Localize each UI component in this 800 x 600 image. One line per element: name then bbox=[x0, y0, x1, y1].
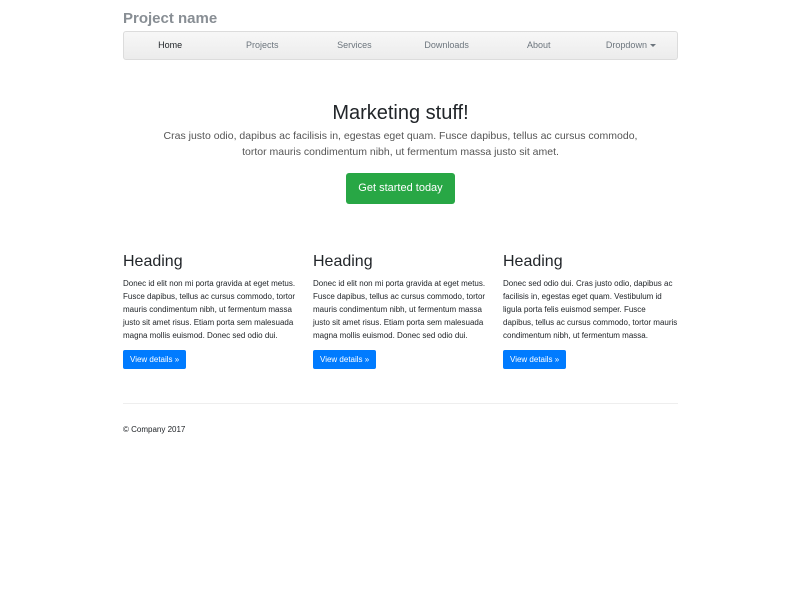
nav-item-about[interactable]: About bbox=[493, 32, 585, 59]
feature-heading: Heading bbox=[123, 253, 183, 270]
nav-item-label: Downloads bbox=[424, 40, 469, 50]
nav-item-label: About bbox=[527, 40, 551, 50]
nav-item-projects[interactable]: Projects bbox=[216, 32, 308, 59]
nav-item-home[interactable]: Home bbox=[124, 32, 216, 59]
main-navbar: Home Projects Services Downloads About D… bbox=[123, 31, 678, 60]
nav-item-services[interactable]: Services bbox=[308, 32, 400, 59]
feature-heading: Heading bbox=[503, 253, 563, 270]
feature-body: Donec sed odio dui. Cras justo odio, dap… bbox=[503, 279, 678, 340]
nav-item-label: Dropdown bbox=[605, 40, 647, 50]
feature-column: Heading Donec sed odio dui. Cras justo o… bbox=[503, 252, 678, 369]
nav-item-label: Services bbox=[337, 40, 372, 50]
hero-lead: Cras justo odio, dapibus ac facilisis in… bbox=[163, 130, 638, 158]
footer-divider bbox=[123, 403, 678, 404]
feature-heading: Heading bbox=[313, 253, 373, 270]
feature-column: Heading Donec id elit non mi porta gravi… bbox=[313, 252, 488, 369]
get-started-button[interactable]: Get started today bbox=[346, 173, 455, 204]
project-brand[interactable]: Project name bbox=[123, 10, 217, 27]
view-details-button[interactable]: View details » bbox=[123, 350, 187, 369]
nav-item-label: Home bbox=[158, 40, 183, 50]
feature-body: Donec id elit non mi porta gravida at eg… bbox=[313, 279, 486, 340]
view-details-button[interactable]: View details » bbox=[313, 350, 377, 369]
nav-item-label: Projects bbox=[246, 40, 279, 50]
nav-item-downloads[interactable]: Downloads bbox=[401, 32, 493, 59]
caret-down-icon bbox=[649, 44, 656, 48]
features-row: Heading Donec id elit non mi porta gravi… bbox=[123, 252, 678, 369]
hero-title: Marketing stuff! bbox=[332, 102, 469, 124]
feature-body: Donec id elit non mi porta gravida at eg… bbox=[123, 279, 296, 340]
feature-column: Heading Donec id elit non mi porta gravi… bbox=[123, 252, 298, 369]
footer-copyright: © Company 2017 bbox=[123, 425, 186, 434]
nav-item-dropdown[interactable]: Dropdown bbox=[585, 32, 677, 59]
hero-jumbotron: Marketing stuff! Cras justo odio, dapibu… bbox=[123, 100, 678, 204]
view-details-button[interactable]: View details » bbox=[503, 350, 567, 369]
